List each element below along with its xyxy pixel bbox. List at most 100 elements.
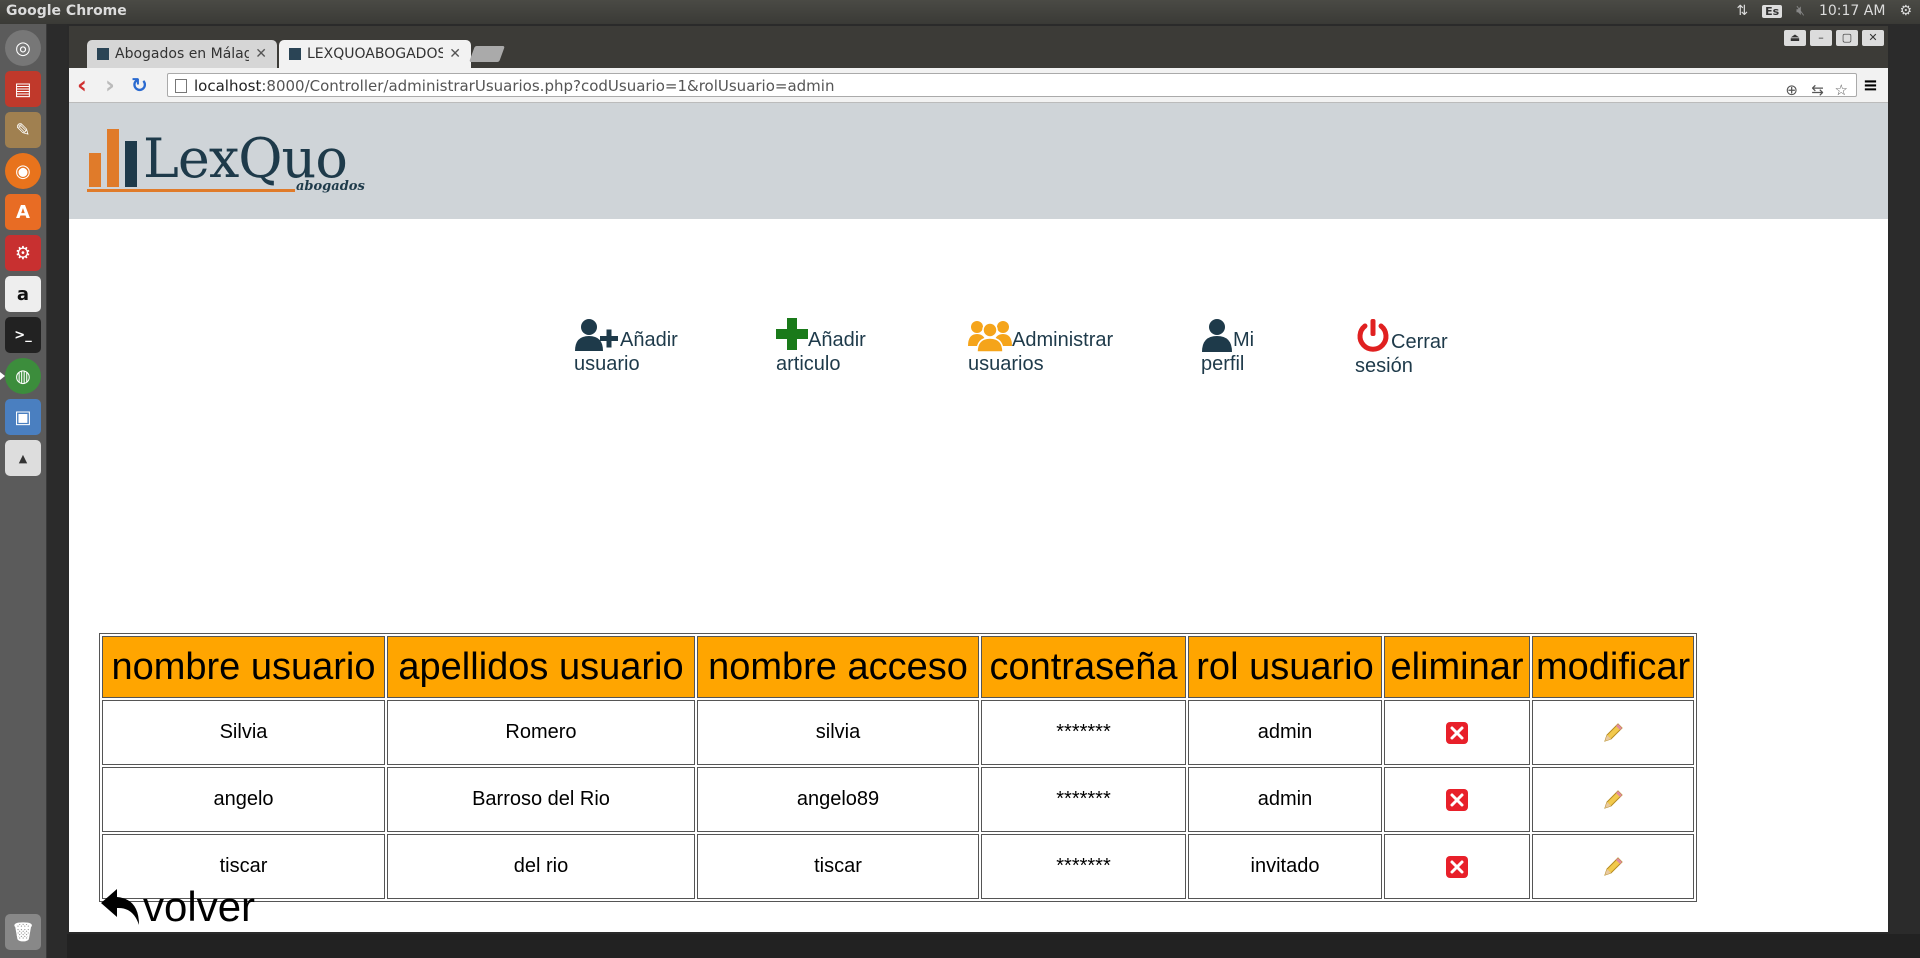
table-row: Silvia Romero silvia ******* admin <box>102 700 1695 765</box>
browser-toolbar: ‹ › ↻ localhost:8000/Controller/administ… <box>69 68 1888 103</box>
eject-icon[interactable]: ⏏ <box>1784 30 1806 46</box>
cell-role: admin <box>1188 700 1382 765</box>
menu-label-line2: usuarios <box>968 353 1044 375</box>
users-table: nombre usuario apellidos usuario nombre … <box>99 633 1698 902</box>
terminal-icon[interactable]: >_ <box>5 317 41 353</box>
network-icon[interactable]: ⇅ <box>1736 3 1748 19</box>
trash-icon[interactable]: 🗑︎ <box>5 914 41 950</box>
chrome-icon[interactable]: ◍ <box>0 358 41 394</box>
col-header-first-name: nombre usuario <box>102 636 385 698</box>
tab-strip: Abogados en Málaga ✕ LEXQUOABOGADOS ✕ ⏏ … <box>69 26 1888 68</box>
page-icon <box>175 79 187 93</box>
launcher: ◎ ▤ ✎ ◉ A ⚙ a >_ ◍ ▣ ▲ 🗑︎ <box>0 24 47 958</box>
cell-role: invitado <box>1188 834 1382 899</box>
cell-modify <box>1532 767 1695 832</box>
menu-manage-users[interactable]: Administrar usuarios <box>968 318 1113 376</box>
close-window-button[interactable]: ✕ <box>1862 30 1884 46</box>
os-top-bar: Google Chrome ⇅ Es 🔇︎ 10:17 AM ⚙ <box>0 0 1920 24</box>
site-favicon <box>97 48 109 60</box>
desktop-background <box>67 934 1920 958</box>
zoom-icon[interactable]: ⊕ <box>1785 78 1798 102</box>
firefox-icon[interactable]: ◉ <box>5 153 41 189</box>
translate-icon[interactable]: ⇆ <box>1811 78 1824 102</box>
volume-muted-icon[interactable]: 🔇︎ <box>1796 3 1805 19</box>
cell-password: ******* <box>981 834 1186 899</box>
edit-pencil-icon[interactable] <box>1601 721 1625 745</box>
cell-delete <box>1384 700 1530 765</box>
clock[interactable]: 10:17 AM <box>1819 3 1885 19</box>
software-center-icon[interactable]: A <box>5 194 41 230</box>
cell-modify <box>1532 834 1695 899</box>
chrome-menu-icon[interactable]: ≡ <box>1863 74 1878 98</box>
close-tab-icon[interactable]: ✕ <box>449 46 461 62</box>
new-tab-button[interactable] <box>469 46 505 62</box>
web-page: LexQuo abogados Añadir usuario Añadir ar… <box>69 103 1888 932</box>
edit-pencil-icon[interactable] <box>1601 788 1625 812</box>
system-settings-icon[interactable]: ⚙ <box>5 235 41 271</box>
cell-password: ******* <box>981 700 1186 765</box>
table-row: angelo Barroso del Rio angelo89 ******* … <box>102 767 1695 832</box>
col-header-last-name: apellidos usuario <box>387 636 695 698</box>
minimize-button[interactable]: – <box>1810 30 1832 46</box>
menu-label-line2: articulo <box>776 353 841 375</box>
back-arrow-icon[interactable]: ‹ <box>77 73 87 97</box>
logo-subtitle: abogados <box>296 179 365 194</box>
gimp-icon[interactable]: ✎ <box>5 112 41 148</box>
back-link[interactable]: volver <box>99 883 255 931</box>
menu-label-line2: sesión <box>1355 355 1413 377</box>
reload-icon[interactable]: ↻ <box>131 73 148 97</box>
files-icon[interactable]: ▤ <box>5 71 41 107</box>
virtualbox-icon[interactable]: ▣ <box>5 399 41 435</box>
maximize-button[interactable]: ▢ <box>1836 30 1858 46</box>
site-header: LexQuo abogados <box>69 103 1888 219</box>
menu-add-user[interactable]: Añadir usuario <box>574 318 678 376</box>
tab-abogados-malaga[interactable]: Abogados en Málaga ✕ <box>87 40 277 68</box>
menu-label-line1: Administrar <box>1012 329 1114 351</box>
col-header-role: rol usuario <box>1188 636 1382 698</box>
delete-icon[interactable] <box>1445 788 1469 812</box>
users-group-icon <box>968 321 1012 353</box>
menu-label-line1: Mi <box>1233 329 1255 351</box>
cell-first-name: Silvia <box>102 700 385 765</box>
menu-my-profile[interactable]: Mi perfil <box>1201 318 1254 376</box>
cell-last-name: del rio <box>387 834 695 899</box>
amazon-icon[interactable]: a <box>5 276 41 312</box>
cell-login-name: angelo89 <box>697 767 979 832</box>
cell-last-name: Romero <box>387 700 695 765</box>
menu-label-line1: Añadir <box>808 329 866 351</box>
tab-title: LEXQUOABOGADOS <box>307 46 444 62</box>
cell-login-name: silvia <box>697 700 979 765</box>
cell-delete <box>1384 834 1530 899</box>
close-tab-icon[interactable]: ✕ <box>255 46 267 62</box>
browser-window: Abogados en Málaga ✕ LEXQUOABOGADOS ✕ ⏏ … <box>67 24 1890 934</box>
address-bar[interactable]: localhost:8000/Controller/administrarUsu… <box>167 73 1857 99</box>
back-link-label: volver <box>143 883 256 930</box>
col-header-modify: modificar <box>1532 636 1695 698</box>
delete-icon[interactable] <box>1445 855 1469 879</box>
col-header-password: contraseña <box>981 636 1186 698</box>
col-header-delete: eliminar <box>1384 636 1530 698</box>
cell-role: admin <box>1188 767 1382 832</box>
keyboard-layout-indicator[interactable]: Es <box>1762 4 1783 18</box>
bookmark-star-icon[interactable]: ☆ <box>1835 78 1848 102</box>
menu-label-line2: perfil <box>1201 353 1245 375</box>
system-settings-icon[interactable]: ⚙ <box>1899 3 1912 19</box>
edit-pencil-icon[interactable] <box>1601 855 1625 879</box>
menu-label-line2: usuario <box>574 353 640 375</box>
reply-arrow-icon <box>101 889 139 925</box>
delete-icon[interactable] <box>1445 721 1469 745</box>
plus-icon <box>776 318 808 350</box>
user-icon <box>1202 319 1232 352</box>
menu-label-line1: Añadir <box>620 329 678 351</box>
active-app-title: Google Chrome <box>6 3 127 19</box>
dash-icon[interactable]: ◎ <box>5 30 41 66</box>
photo-app-icon[interactable]: ▲ <box>5 440 41 476</box>
forward-arrow-icon[interactable]: › <box>105 73 115 97</box>
menu-logout[interactable]: Cerrar sesión <box>1355 318 1448 378</box>
menu-add-article[interactable]: Añadir articulo <box>776 318 866 376</box>
lexquo-logo[interactable]: LexQuo abogados <box>87 125 365 197</box>
power-icon <box>1357 319 1389 352</box>
tab-lexquoabogados[interactable]: LEXQUOABOGADOS ✕ <box>279 40 471 68</box>
logo-bars-icon <box>89 129 137 187</box>
system-tray: ⇅ Es 🔇︎ 10:17 AM ⚙ <box>1736 3 1912 19</box>
